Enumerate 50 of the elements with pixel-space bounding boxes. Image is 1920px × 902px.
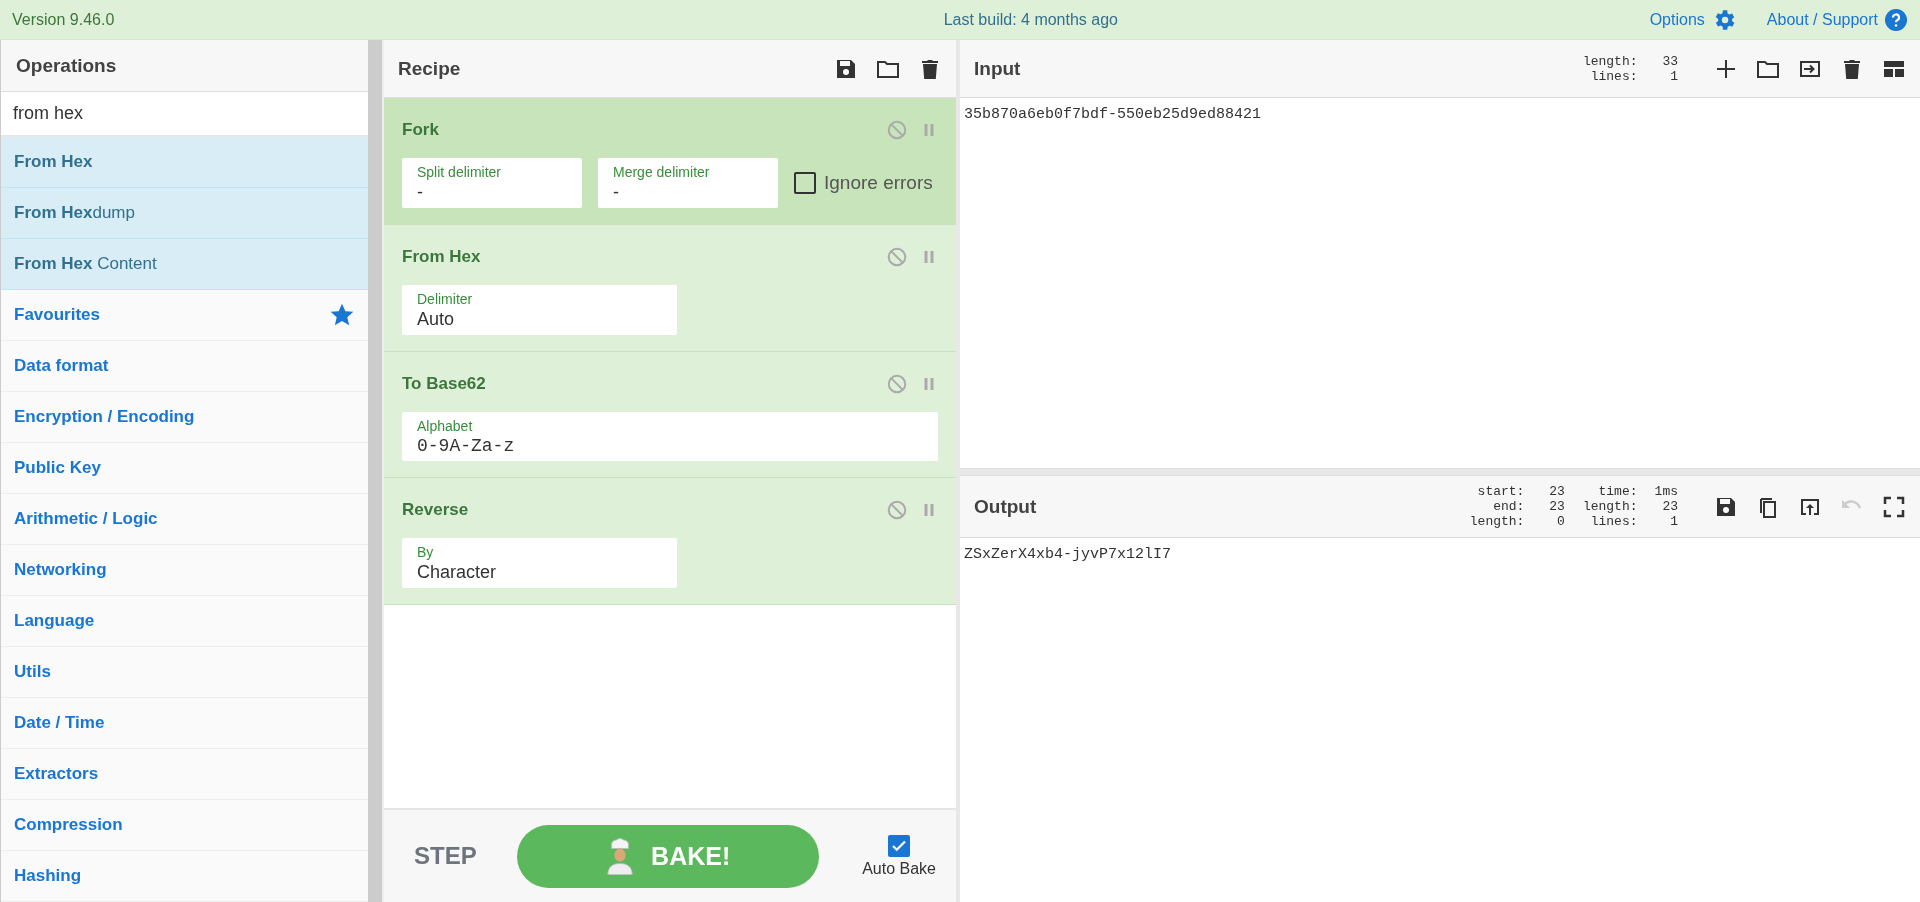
stat-label: start: xyxy=(1477,484,1525,499)
checkbox-label: Auto Bake xyxy=(862,859,936,878)
stat-value: 23 xyxy=(1661,499,1678,514)
panel-title: Output xyxy=(974,495,1038,518)
operation-item[interactable]: From Hexdump xyxy=(1,188,369,239)
panel-title: Input xyxy=(974,57,1022,80)
stat-value: 33 xyxy=(1661,53,1678,69)
version-label: Version 9.46.0 xyxy=(12,10,115,28)
last-build-label: Last build: 4 months ago xyxy=(943,10,1118,28)
input-text[interactable]: 35b870a6eb0f7bdf-550eb25d9ed88421 xyxy=(960,98,1920,468)
bake-button[interactable]: BAKE! xyxy=(516,824,819,888)
stat-label: length: xyxy=(1582,499,1638,514)
options-link[interactable]: Options xyxy=(1649,10,1705,29)
stat-value: 1 xyxy=(1669,68,1678,84)
operation-item[interactable]: From Hex Content xyxy=(1,239,369,290)
dropdown-field[interactable]: Delimiter Auto xyxy=(402,285,677,335)
star-icon[interactable] xyxy=(329,302,356,328)
operation-title: Fork xyxy=(402,120,439,140)
scrollbar[interactable] xyxy=(368,40,384,902)
step-button[interactable]: STEP xyxy=(414,836,477,876)
operation-title: From Hex xyxy=(402,247,481,267)
stat-value: 1ms xyxy=(1653,484,1678,499)
search-field[interactable]: from hex xyxy=(1,92,369,137)
stat-value: 1 xyxy=(1669,514,1678,529)
stat-value: 23 xyxy=(1548,484,1565,499)
about-support-link[interactable]: About / Support xyxy=(1766,10,1878,29)
stat-label: end: xyxy=(1493,499,1525,514)
stat-label: lines: xyxy=(1590,514,1638,529)
stat-label: length: xyxy=(1582,53,1638,69)
operation-title: Reverse xyxy=(402,500,469,520)
panel-title: Recipe xyxy=(398,57,462,80)
output-text: ZSxZerX4xb4-jyvP7x12lI7 xyxy=(963,545,1173,565)
help-icon[interactable] xyxy=(1884,7,1908,32)
input-field[interactable]: Merge delimiter - xyxy=(598,158,778,208)
stat-label: length: xyxy=(1469,514,1525,529)
operation-item[interactable]: From Hex xyxy=(1,137,369,188)
input-field[interactable]: Alphabet 0-9A-Za-z xyxy=(402,412,938,461)
stat-label: time: xyxy=(1598,484,1638,499)
auto-bake-checkbox[interactable] xyxy=(888,834,911,857)
category-item[interactable]: Favourites xyxy=(14,305,100,325)
chef-icon xyxy=(605,837,636,875)
checkbox-label: Ignore errors xyxy=(824,172,933,194)
stat-value: 23 xyxy=(1548,499,1565,514)
stat-label: lines: xyxy=(1590,68,1638,84)
operation-title: To Base62 xyxy=(402,374,486,394)
maximise-icon[interactable] xyxy=(1882,494,1906,519)
stat-value: 0 xyxy=(1556,514,1565,529)
dropdown-field[interactable]: By Character xyxy=(402,538,677,588)
checkbox[interactable] xyxy=(794,172,816,194)
input-field[interactable]: Split delimiter - xyxy=(402,158,582,208)
